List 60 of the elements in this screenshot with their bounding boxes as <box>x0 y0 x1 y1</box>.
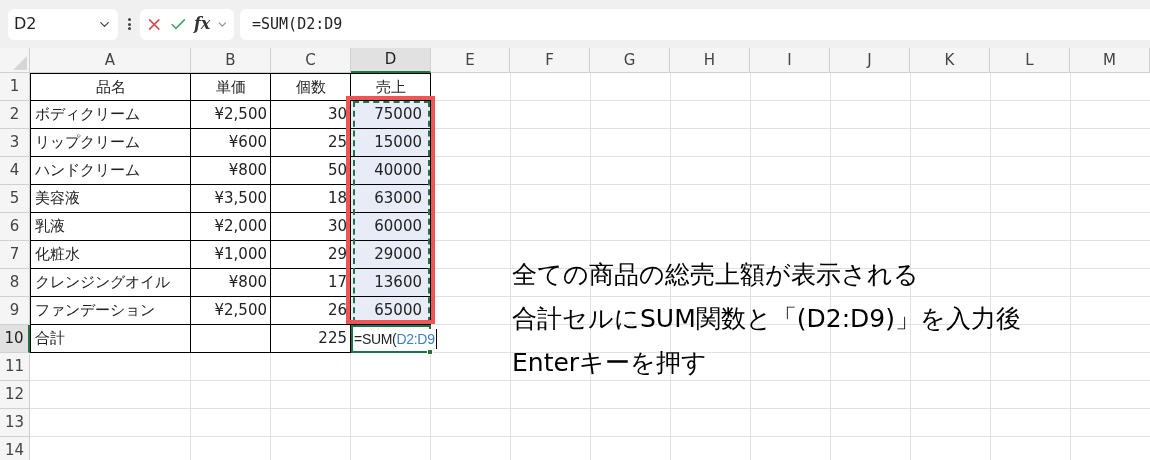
annotation-text: Enterキーを押す <box>512 347 709 379</box>
annotation-text: 合計セルにSUM関数と「(D2:D9)」を入力後 <box>512 303 1021 335</box>
table-cell: ¥2,500 <box>191 101 271 129</box>
table-cell: 合計 <box>30 325 191 353</box>
table-cell: クレンジングオイル <box>30 269 191 297</box>
table-cell: 化粧水 <box>30 241 191 269</box>
table-cell: 単価 <box>191 73 271 101</box>
table-cell: 13600 <box>351 269 431 297</box>
row-header[interactable]: 3 <box>0 129 30 157</box>
column-header[interactable]: I <box>750 48 830 73</box>
column-header[interactable]: H <box>670 48 750 73</box>
column-header[interactable]: F <box>510 48 590 73</box>
table-cell: リップクリーム <box>30 129 191 157</box>
column-header[interactable]: M <box>1070 48 1150 73</box>
table-cell: ¥800 <box>191 269 271 297</box>
table-cell: 40000 <box>351 157 431 185</box>
row-header[interactable]: 11 <box>0 353 30 381</box>
row-header[interactable]: 9 <box>0 297 30 325</box>
row-header[interactable]: 8 <box>0 269 30 297</box>
table-cell: ボディクリーム <box>30 101 191 129</box>
table-cell: ¥1,000 <box>191 241 271 269</box>
row-header[interactable]: 2 <box>0 101 30 129</box>
table-cell: 15000 <box>351 129 431 157</box>
table-cell: ハンドクリーム <box>30 157 191 185</box>
row-header[interactable]: 5 <box>0 185 30 213</box>
table-cell: ¥800 <box>191 157 271 185</box>
table-cell: 63000 <box>351 185 431 213</box>
row-header[interactable]: 14 <box>0 437 30 460</box>
table-cell: 乳液 <box>30 213 191 241</box>
table-cell: ¥3,500 <box>191 185 271 213</box>
column-header[interactable]: D <box>351 48 431 73</box>
column-header[interactable]: G <box>590 48 670 73</box>
table-cell: ¥600 <box>191 129 271 157</box>
table-cell: 個数 <box>271 73 351 101</box>
row-header[interactable]: 1 <box>0 73 30 101</box>
column-header[interactable]: J <box>830 48 910 73</box>
row-header[interactable]: 10 <box>0 325 30 353</box>
table-cell: 75000 <box>351 101 431 129</box>
insert-function-button[interactable]: fx <box>193 12 211 36</box>
table-cell: 60000 <box>351 213 431 241</box>
column-header[interactable]: K <box>910 48 990 73</box>
name-box[interactable]: D2 <box>8 8 118 40</box>
table-cell: ファンデーション <box>30 297 191 325</box>
table-cell: 美容液 <box>30 185 191 213</box>
fill-handle[interactable] <box>427 349 433 355</box>
table-cell: 225 <box>271 325 351 353</box>
row-header[interactable]: 12 <box>0 381 30 409</box>
column-header[interactable]: E <box>431 48 510 73</box>
table-cell: ¥2,500 <box>191 297 271 325</box>
table-cell: 品名 <box>30 73 191 101</box>
row-header[interactable]: 7 <box>0 241 30 269</box>
column-header[interactable]: L <box>990 48 1070 73</box>
cell-input-text[interactable]: =SUM(D2:D9 <box>354 329 437 349</box>
formula-bar[interactable]: =SUM(D2:D9 <box>240 8 1150 40</box>
annotation-text: 全ての商品の総売上額が表示される <box>512 259 920 291</box>
row-header[interactable]: 4 <box>0 157 30 185</box>
row-header[interactable]: 13 <box>0 409 30 437</box>
table-cell: 29000 <box>351 241 431 269</box>
table-cell: ¥2,000 <box>191 213 271 241</box>
row-header[interactable]: 6 <box>0 213 30 241</box>
